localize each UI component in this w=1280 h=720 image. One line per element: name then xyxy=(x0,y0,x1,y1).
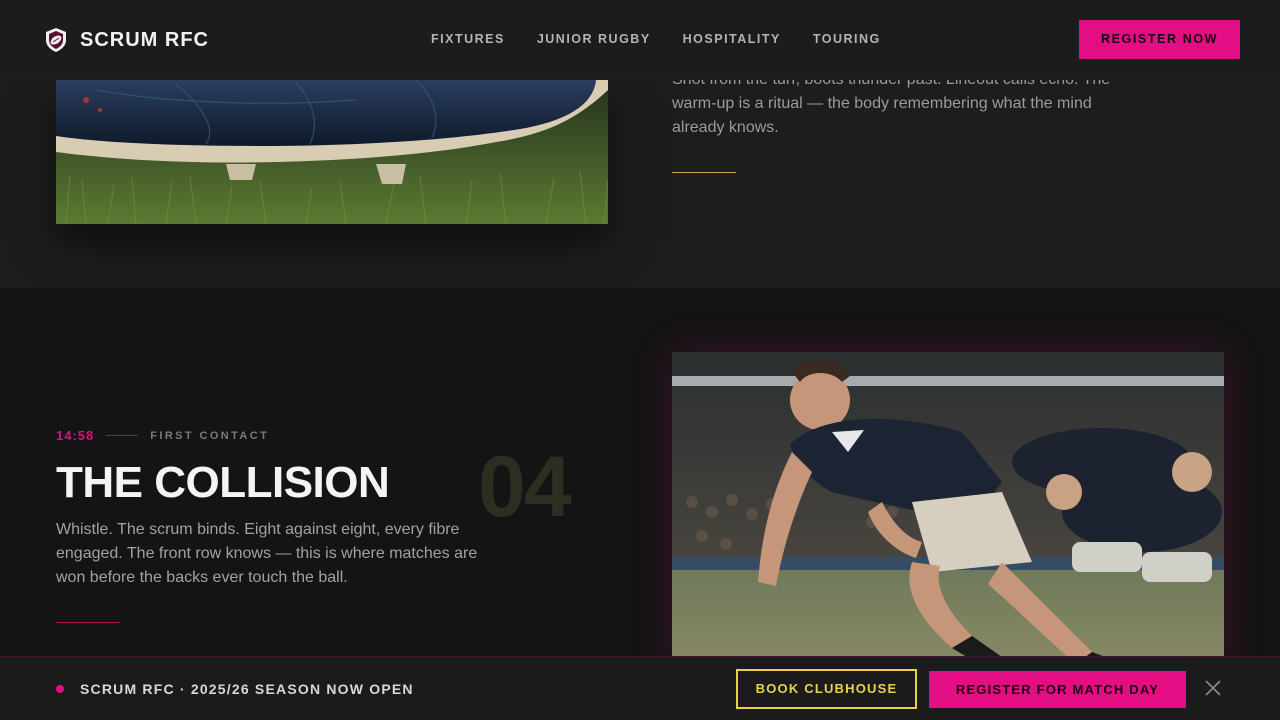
chapter-kicker: 14:58 FIRST CONTACT xyxy=(56,428,269,443)
season-announcement: SCRUM RFC · 2025/26 SEASON NOW OPEN xyxy=(80,681,414,697)
scrum-illustration xyxy=(672,352,1224,672)
gold-divider xyxy=(672,172,736,173)
rugby-boot-photo xyxy=(56,80,608,224)
nav-hospitality[interactable]: HOSPITALITY xyxy=(683,32,781,46)
close-icon[interactable] xyxy=(1203,678,1223,698)
chapter-body-text: Whistle. The scrum binds. Eight against … xyxy=(56,521,478,586)
chapter-label: FIRST CONTACT xyxy=(150,429,270,442)
rugby-boot-illustration xyxy=(56,80,608,224)
main-nav: FIXTURES JUNIOR RUGBY HOSPITALITY TOURIN… xyxy=(431,32,913,46)
status-dot xyxy=(56,685,64,693)
brand-logo[interactable]: SCRUM RFC xyxy=(42,26,209,54)
pink-divider xyxy=(56,622,120,623)
kicker-divider xyxy=(106,435,139,436)
register-now-button[interactable]: REGISTER NOW xyxy=(1079,20,1240,59)
register-match-day-button[interactable]: REGISTER FOR MATCH DAY xyxy=(929,671,1186,708)
nav-junior-rugby[interactable]: JUNIOR RUGBY xyxy=(537,32,651,46)
nav-fixtures[interactable]: FIXTURES xyxy=(431,32,505,46)
chapter-title: THE COLLISION xyxy=(56,458,390,507)
rugby-crest-icon xyxy=(42,26,70,54)
brand-name: SCRUM RFC xyxy=(80,28,209,51)
season-sticky-bar: SCRUM RFC · 2025/26 SEASON NOW OPEN BOOK… xyxy=(0,656,1280,720)
nav-touring[interactable]: TOURING xyxy=(813,32,881,46)
scrum-photo xyxy=(672,352,1224,672)
chapter-time: 14:58 xyxy=(56,428,95,443)
book-clubhouse-button[interactable]: BOOK CLUBHOUSE xyxy=(736,669,917,709)
site-header: SCRUM RFC FIXTURES JUNIOR RUGBY HOSPITAL… xyxy=(0,0,1280,80)
